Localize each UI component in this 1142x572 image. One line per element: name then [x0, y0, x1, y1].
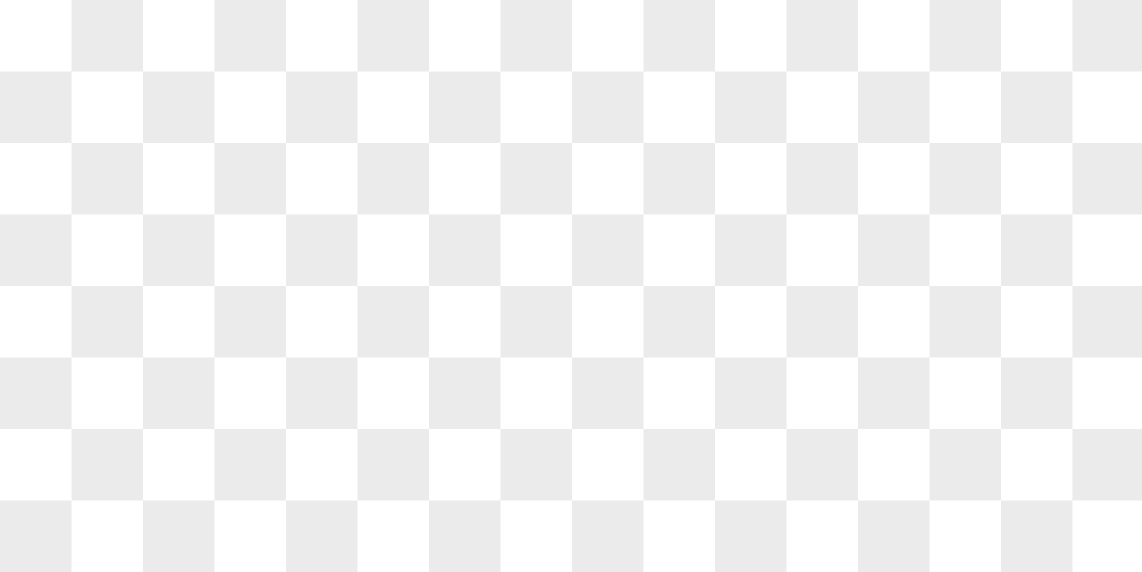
transparency-checkerboard: [0, 0, 1142, 572]
